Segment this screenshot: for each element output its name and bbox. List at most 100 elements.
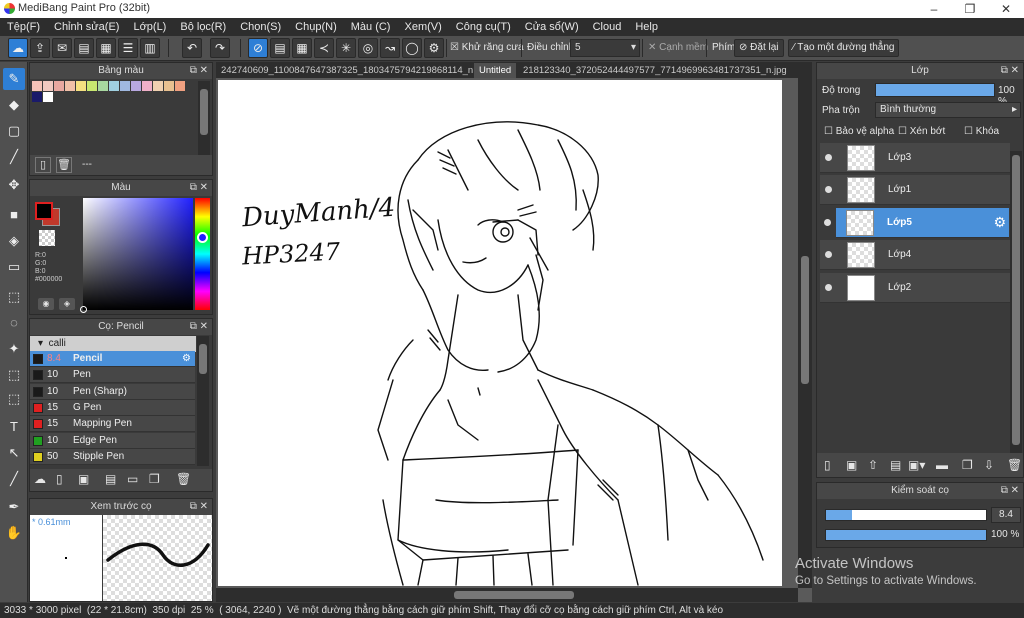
panel-controls[interactable]: ⧉ ✕ xyxy=(190,180,208,196)
comment-icon[interactable]: ▤ xyxy=(74,38,94,58)
palette-swatch[interactable] xyxy=(43,92,53,102)
layer-scroll-thumb[interactable] xyxy=(1012,155,1020,445)
chat-icon[interactable]: ✉ xyxy=(52,38,72,58)
duplicate-layer-icon[interactable]: ❐ xyxy=(962,458,973,472)
palette-scroll-thumb[interactable] xyxy=(200,89,208,135)
menu-view[interactable]: Xem(V) xyxy=(397,18,448,34)
menu-snap[interactable]: Chụp(N) xyxy=(288,18,344,34)
menu-window[interactable]: Cửa sổ(W) xyxy=(518,18,586,34)
delete-layer-icon[interactable]: 🗑 xyxy=(1007,458,1022,472)
cloud-icon[interactable]: ☁ xyxy=(8,38,28,58)
gear-icon[interactable]: ⚙ xyxy=(182,351,191,366)
upload-icon[interactable]: ⇪ xyxy=(30,38,50,58)
palette-swatch[interactable] xyxy=(43,81,53,91)
brush-group-header[interactable]: ▾ calli xyxy=(30,336,196,352)
tab-untitled[interactable]: Untitled xyxy=(474,63,517,78)
bucket-tool-icon[interactable]: ◈ xyxy=(3,230,25,252)
palette-swatch[interactable] xyxy=(120,81,130,91)
hand-tool-icon[interactable]: ✋ xyxy=(3,522,25,544)
palette-scrollbar[interactable] xyxy=(198,81,210,155)
import-layer-icon[interactable]: ⇧ xyxy=(868,458,878,472)
primary-color-swatch[interactable] xyxy=(35,202,53,220)
eraser-tool-icon[interactable]: ◆ xyxy=(3,94,25,116)
straight-line-button[interactable]: ⁄ Tạo một đường thẳng xyxy=(788,39,900,57)
add-layer-dropdown-icon[interactable]: ▣▾ xyxy=(908,458,925,472)
brush-scrollbar[interactable] xyxy=(197,336,209,466)
layer-scrollbar[interactable] xyxy=(1010,151,1022,453)
add-brush-cloud-icon[interactable]: ☁ xyxy=(34,472,46,486)
minimize-button[interactable]: – xyxy=(916,0,952,18)
select-pen-tool-icon[interactable]: ⬚ xyxy=(3,364,25,386)
rectangle-tool-icon[interactable]: ▢ xyxy=(3,120,25,142)
palette-swatch[interactable] xyxy=(65,81,75,91)
palette-swatch[interactable] xyxy=(175,81,185,91)
snap-off-icon[interactable]: ⊘ xyxy=(248,38,268,58)
brush-item[interactable]: 8.4 Pencil ⚙ xyxy=(30,351,195,367)
brush-item[interactable]: 15 G Pen xyxy=(30,399,195,416)
panel-controls[interactable]: ⧉ ✕ xyxy=(1001,483,1019,499)
layer-item[interactable]: Lớp4 xyxy=(820,240,1010,271)
blend-mode-select[interactable]: Bình thường ▸ xyxy=(875,102,1021,118)
visibility-icon[interactable] xyxy=(825,186,832,194)
new-brush-icon[interactable]: ▯ xyxy=(56,472,63,486)
layer-item[interactable]: Lớp1 xyxy=(820,175,1010,206)
undo-icon[interactable]: ↶ xyxy=(182,38,202,58)
lock-checkbox[interactable]: ☐ Khóa xyxy=(964,126,999,137)
palette-swatch[interactable] xyxy=(131,81,141,91)
canvas-vscrollbar[interactable] xyxy=(798,78,812,588)
select-rect-tool-icon[interactable]: ⬚ xyxy=(3,286,25,308)
list-icon[interactable]: ☰ xyxy=(118,38,138,58)
settings-snap-icon[interactable]: ⚙ xyxy=(424,38,444,58)
gear-icon[interactable]: ⚙ xyxy=(993,214,1006,231)
brush-size-value[interactable]: 8.4 xyxy=(991,507,1021,523)
palette-swatch[interactable] xyxy=(54,81,64,91)
delete-brush-icon[interactable]: 🗑 xyxy=(176,472,191,486)
hue-slider-handle[interactable] xyxy=(197,232,208,243)
vanishing-snap-icon[interactable]: ≺ xyxy=(314,38,334,58)
palette-swatch[interactable] xyxy=(76,81,86,91)
cross-snap-icon[interactable]: ▦ xyxy=(292,38,312,58)
menu-tools[interactable]: Công cụ(T) xyxy=(449,18,518,34)
parallel-snap-icon[interactable]: ▤ xyxy=(270,38,290,58)
layer-menu-icon[interactable]: ▤ xyxy=(890,458,901,472)
operation-tool-icon[interactable]: ↖ xyxy=(3,442,25,464)
panel-controls[interactable]: ⧉ ✕ xyxy=(190,63,208,79)
new-palette-icon[interactable]: ▯ xyxy=(35,157,51,173)
brush-item[interactable]: 10 Pen (Sharp) xyxy=(30,383,195,400)
tab-document-3[interactable]: 218123340_372052444497577_77149699634817… xyxy=(518,63,792,78)
menu-filter[interactable]: Bộ lọc(R) xyxy=(173,18,233,34)
transparent-color-swatch[interactable] xyxy=(39,230,55,246)
merge-layer-icon[interactable]: ⇩ xyxy=(984,458,994,472)
tab-document-1[interactable]: 242740609_1100847647387325_1803475794219… xyxy=(216,63,494,78)
palette-swatch[interactable] xyxy=(32,81,42,91)
palette-swatch[interactable] xyxy=(87,81,97,91)
panel-controls[interactable]: ⧉ ✕ xyxy=(190,499,208,515)
brush-item[interactable]: 10 Edge Pen xyxy=(30,432,195,449)
redo-icon[interactable]: ↷ xyxy=(210,38,230,58)
menu-edit[interactable]: Chỉnh sửa(E) xyxy=(47,18,126,34)
select-eraser-tool-icon[interactable]: ⬚ xyxy=(3,388,25,410)
opacity-slider[interactable] xyxy=(875,83,995,97)
move-tool-icon[interactable]: ✥ xyxy=(3,174,25,196)
brush-item[interactable]: 10 Pen xyxy=(30,367,195,384)
visibility-icon[interactable] xyxy=(824,218,831,226)
menu-help[interactable]: Help xyxy=(628,18,665,34)
maximize-button[interactable]: ❐ xyxy=(952,0,988,18)
antialias-checkbox[interactable]: ☒ Khử răng cưa xyxy=(450,42,524,53)
hue-slider[interactable] xyxy=(195,198,210,310)
drawing-canvas[interactable]: DuyManh/4 HP3247 xyxy=(218,80,782,586)
gradient-tool-icon[interactable]: ▭ xyxy=(3,256,25,278)
adjust-select[interactable]: 5 ▾ xyxy=(570,39,640,57)
menu-layer[interactable]: Lớp(L) xyxy=(126,18,173,34)
ellipse-snap-icon[interactable]: ◯ xyxy=(402,38,422,58)
canvas-hscroll-thumb[interactable] xyxy=(454,591,574,599)
layer-item[interactable]: Lớp2 xyxy=(820,272,1010,303)
text-tool-icon[interactable]: T xyxy=(3,416,25,438)
new-layer-icon[interactable]: ▯ xyxy=(824,458,831,472)
clipping-checkbox[interactable]: ☐ Xén bớt xyxy=(898,126,945,137)
brush-item[interactable]: 15 Mapping Pen xyxy=(30,416,195,433)
lasso-tool-icon[interactable]: ◌ xyxy=(3,312,25,334)
visibility-icon[interactable] xyxy=(825,283,832,291)
panel-controls[interactable]: ⧉ ✕ xyxy=(1001,63,1019,79)
magic-wand-tool-icon[interactable]: ✦ xyxy=(3,338,25,360)
